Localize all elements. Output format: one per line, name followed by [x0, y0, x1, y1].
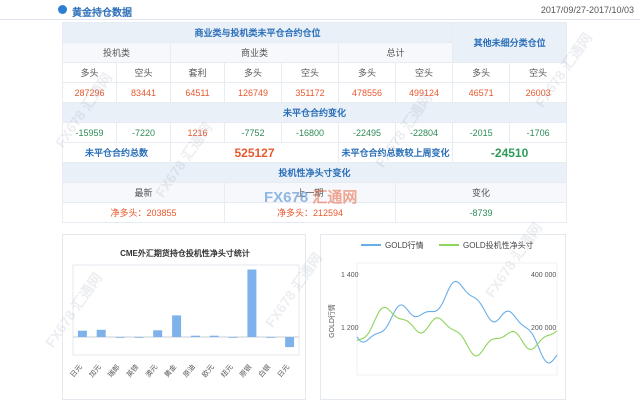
group-total: 总计	[337, 42, 454, 63]
right-tick: 200 000	[531, 325, 556, 332]
change-cell: -7220	[116, 122, 171, 143]
change-cell: -22495	[338, 122, 396, 143]
x-tick-label: 原油	[181, 363, 197, 380]
left-tick: 1 400	[341, 272, 359, 279]
value-cell: 499124	[394, 82, 454, 103]
x-tick-label: 纽元	[219, 363, 235, 380]
plot-area	[356, 262, 558, 376]
net-title: 投机性净头寸变化	[61, 162, 568, 183]
legend-gold-net[interactable]: GOLD投机性净头寸	[463, 240, 534, 250]
delta-label: 变化	[394, 182, 568, 203]
value-cell: 351172	[281, 82, 339, 103]
value-cell: 126749	[224, 82, 282, 103]
col-header: 多头	[62, 62, 117, 83]
series-gold-net	[356, 306, 558, 357]
bar[interactable]	[115, 337, 125, 338]
legend-gold-price[interactable]: GOLD行情	[385, 240, 424, 250]
col-header: 套利	[170, 62, 225, 83]
section-title: 商业类与投机类未平仓合约仓位	[61, 22, 454, 43]
total-change-value: -24510	[452, 142, 568, 163]
x-tick-label: 白银	[256, 363, 272, 380]
page-title: 黄金持仓数据	[72, 8, 132, 19]
bar-chart: CME外汇期货持仓投机性净头寸统计 日元 加元 瑞郎 英镑 澳元 黄金 原油 欧元 纽元 原银 白银…	[69, 248, 300, 380]
right-tick: 400 000	[531, 272, 556, 279]
page-header: 黄金持仓数据 2017/09/27-2017/10/03	[0, 0, 640, 20]
x-tick-label: 加元	[87, 363, 103, 380]
group-speculative: 投机类	[62, 42, 171, 63]
change-cell: -15959	[62, 122, 117, 143]
bar[interactable]	[209, 335, 219, 337]
value-cell: 64511	[170, 82, 225, 103]
change-cell: -16800	[281, 122, 339, 143]
value-cell: 26003	[509, 82, 568, 103]
bar[interactable]	[247, 269, 257, 338]
col-header: 空头	[116, 62, 171, 83]
bar-chart-title: CME外汇期货持仓投机性净头寸统计	[120, 248, 250, 258]
bar[interactable]	[190, 335, 200, 337]
y-axis-label: GOLD行情	[327, 304, 336, 338]
total-change-label: 未平仓合约总数较上周变化	[337, 142, 454, 163]
section-bullet-icon	[58, 5, 67, 14]
bar[interactable]	[77, 330, 87, 337]
line-chart: GOLD行情 GOLD投机性净头寸 1 400 1 200 400 000 20…	[327, 240, 558, 376]
left-tick: 1 200	[341, 325, 359, 332]
value-cell: 287296	[62, 82, 117, 103]
change-cell: -2015	[452, 122, 511, 143]
col-header: 空头	[394, 62, 454, 83]
bar[interactable]	[266, 337, 276, 338]
bar[interactable]	[228, 337, 238, 338]
x-tick-label: 瑞郎	[106, 363, 122, 380]
change-cell: -22804	[394, 122, 454, 143]
x-tick-label: 欧元	[200, 363, 216, 380]
value-cell: 46571	[452, 82, 511, 103]
x-tick-label: 黄金	[162, 363, 178, 380]
change-cell: -1706	[509, 122, 568, 143]
watermark-logo: FX678 汇通网	[264, 189, 358, 206]
bar[interactable]	[134, 337, 144, 338]
x-tick-label: 日元	[276, 363, 291, 379]
line-chart-panel: GOLD行情 GOLD投机性净头寸 1 400 1 200 400 000 20…	[320, 234, 566, 400]
bar[interactable]	[153, 330, 163, 338]
value-cell: 478556	[338, 82, 396, 103]
total-value: 525127	[170, 142, 339, 163]
bar[interactable]	[96, 329, 106, 337]
x-tick-label: 澳元	[143, 363, 159, 380]
bar[interactable]	[172, 315, 182, 337]
value-cell: 83441	[116, 82, 171, 103]
latest-value: 净多头：203855	[62, 202, 225, 223]
other-title: 其他未细分类仓位	[452, 22, 568, 63]
x-tick-label: 日元	[69, 363, 84, 379]
change-cell: 1216	[170, 122, 225, 143]
delta-value: -8739	[394, 202, 568, 223]
bar-chart-panel: CME外汇期货持仓投机性净头寸统计 日元 加元 瑞郎 英镑 澳元 黄金 原油 欧元 纽元 原银 白银…	[62, 234, 306, 400]
plot-area	[72, 264, 300, 356]
series-gold-price	[356, 280, 558, 364]
total-label: 未平仓合约总数	[62, 142, 171, 163]
col-header: 多头	[338, 62, 396, 83]
col-header: 空头	[509, 62, 568, 83]
x-tick-label: 英镑	[125, 363, 141, 380]
change-title: 未平仓合约变化	[61, 102, 568, 123]
date-range: 2017/09/27-2017/10/03	[540, 5, 634, 15]
group-commercial: 商业类	[170, 42, 339, 63]
col-header: 空头	[281, 62, 339, 83]
col-header: 多头	[452, 62, 511, 83]
col-header: 多头	[224, 62, 282, 83]
latest-label: 最新	[62, 182, 225, 203]
x-tick-label: 原银	[238, 363, 254, 380]
change-cell: -7752	[224, 122, 282, 143]
bar[interactable]	[285, 337, 295, 348]
